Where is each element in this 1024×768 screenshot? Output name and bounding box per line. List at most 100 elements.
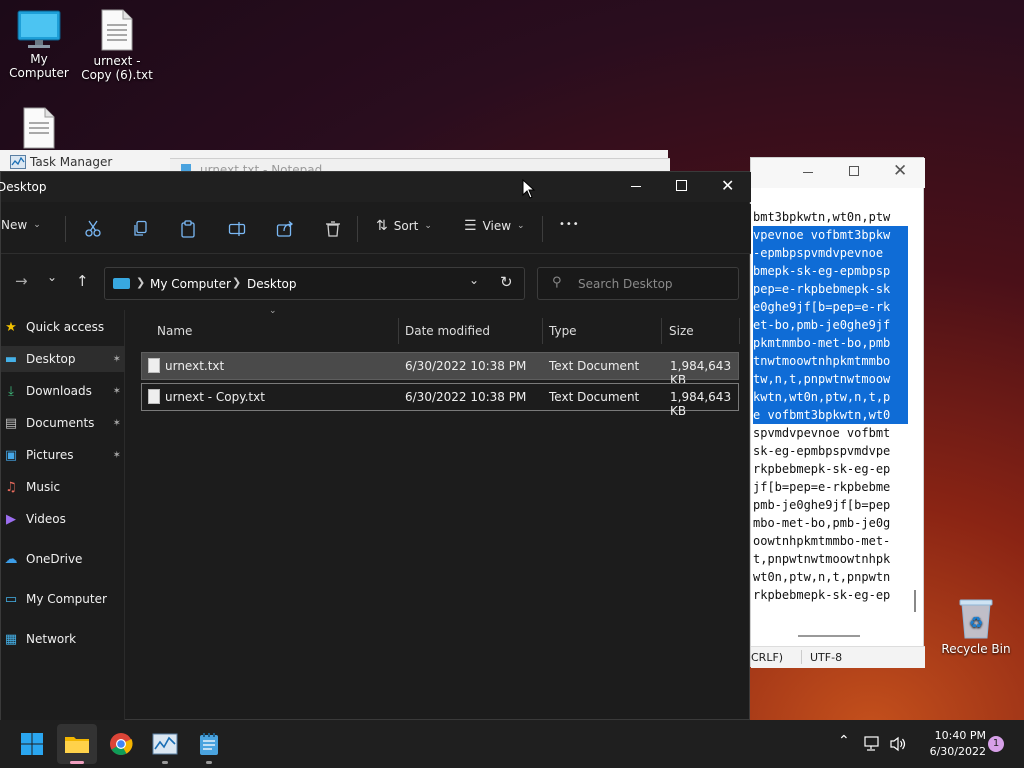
sidebar-item-quick-access[interactable]: ★ Quick access	[1, 314, 125, 340]
file-list: ⌄ Name Date modified Type Size urnext.tx…	[141, 306, 741, 720]
file-date: 6/30/2022 10:38 PM	[405, 390, 527, 404]
rename-icon[interactable]	[228, 220, 246, 238]
desktop-icon-my-computer[interactable]: My Computer	[0, 8, 78, 80]
mouse-cursor-icon	[522, 179, 536, 199]
sidebar-item-videos[interactable]: ▶ Videos	[1, 506, 125, 532]
sidebar-item-desktop[interactable]: ▬ Desktop ✶	[1, 346, 125, 372]
text-file-icon	[148, 358, 160, 373]
notepad-text-area[interactable]: bmt3bpkwtn,wt0n,ptw vpevnoe vofbmt3bpkw -e…	[753, 208, 908, 656]
desktop-icon-urnext-copy-6[interactable]: urnext - Copy (6).txt	[78, 8, 156, 82]
documents-icon: ▤	[4, 415, 18, 431]
column-header-type[interactable]: Type	[549, 316, 659, 346]
notepad-window[interactable]: ✕ bmt3bpkwtn,wt0n,ptw vpevnoe vofbmt3bpkw…	[750, 157, 925, 668]
delete-icon[interactable]	[324, 220, 342, 238]
notepad-text-line: et-bo,pmb-je0ghe9jf	[753, 316, 908, 334]
column-header-label: Size	[669, 324, 694, 338]
pin-icon: ✶	[112, 385, 121, 397]
chevron-down-icon[interactable]: ⌄	[469, 273, 479, 287]
notepad-text-line: bmt3bpkwtn,wt0n,ptw	[753, 210, 891, 224]
table-row[interactable]: urnext.txt 6/30/2022 10:38 PM Text Docum…	[141, 352, 739, 387]
sidebar-item-my-computer[interactable]: ▭ My Computer	[1, 586, 125, 612]
column-header-name[interactable]: Name	[157, 316, 397, 346]
sort-label: Sort	[393, 219, 419, 233]
notepad-background-titlebar[interactable]: urnext.txt - Notepad	[170, 158, 670, 172]
sidebar-item-label: Downloads	[26, 384, 92, 398]
address-bar[interactable]: ❯ My Computer ❯ Desktop ⌄ ↻	[104, 267, 525, 300]
notepad-text-line: pkmtmmbo-met-bo,pmb	[753, 334, 908, 352]
notification-badge[interactable]: 1	[988, 736, 1004, 752]
cut-icon[interactable]	[84, 220, 102, 238]
minimize-icon[interactable]	[631, 186, 641, 187]
sidebar-item-network[interactable]: ▦ Network	[1, 626, 125, 652]
close-icon[interactable]: ✕	[893, 161, 907, 181]
column-header-date[interactable]: Date modified	[405, 316, 545, 346]
desktop-icon-label: My Computer	[9, 52, 69, 80]
notepad-text-line: tnwtmoowtnhpkmtmmbo	[753, 352, 908, 370]
sort-button[interactable]: ⇅ Sort ⌄	[376, 218, 432, 234]
desktop-icon-label: Recycle Bin	[941, 642, 1011, 656]
share-icon[interactable]	[276, 220, 294, 238]
sidebar-item-pictures[interactable]: ▣ Pictures ✶	[1, 442, 125, 468]
maximize-icon[interactable]	[849, 166, 859, 176]
column-divider[interactable]	[398, 318, 399, 344]
pin-icon: ✶	[112, 417, 121, 429]
new-button[interactable]: New ⌄	[1, 218, 41, 232]
breadcrumb-root[interactable]: My Computer	[150, 277, 231, 291]
recent-locations-icon[interactable]: ⌄	[47, 270, 57, 284]
chevron-right-icon: ❯	[136, 276, 146, 289]
copy-icon[interactable]	[132, 220, 150, 238]
explorer-titlebar[interactable]: Desktop ✕	[0, 172, 751, 202]
column-divider[interactable]	[739, 318, 740, 344]
view-icon: ☰	[464, 218, 477, 234]
file-type: Text Document	[549, 390, 640, 404]
notepad-text-line: mbo-met-bo,pmb-je0g	[753, 516, 891, 530]
status-divider	[801, 650, 802, 664]
minimize-icon[interactable]	[803, 172, 813, 173]
line-ending-status: CRLF)	[751, 651, 784, 664]
notepad-horizontal-scrollbar[interactable]	[798, 635, 860, 637]
paste-icon[interactable]	[179, 220, 197, 238]
volume-icon[interactable]	[889, 736, 907, 752]
start-button[interactable]	[12, 724, 52, 764]
notepad-titlebar[interactable]: ✕	[751, 158, 925, 188]
sidebar-item-onedrive[interactable]: ☁ OneDrive	[1, 546, 125, 572]
column-divider[interactable]	[661, 318, 662, 344]
notepad-text-line: -epmbpspvmdvpevnoe	[753, 244, 908, 262]
up-icon[interactable]: ↑	[76, 272, 89, 290]
more-options-icon[interactable]: •••	[559, 219, 580, 230]
column-header-label: Date modified	[405, 324, 491, 338]
forward-icon[interactable]: →	[15, 272, 28, 290]
maximize-icon[interactable]	[676, 180, 687, 191]
show-hidden-icons-icon[interactable]: ⌃	[838, 733, 850, 749]
sort-indicator-icon: ⌄	[269, 306, 277, 316]
taskbar-task-manager[interactable]	[145, 724, 185, 764]
notepad-text-line: spvmdvpevnoe vofbmt	[753, 426, 891, 440]
taskbar-file-explorer[interactable]	[57, 724, 97, 764]
taskbar-notepad[interactable]	[189, 724, 229, 764]
close-icon[interactable]: ✕	[721, 176, 734, 195]
notepad-vertical-scrollbar[interactable]	[914, 590, 916, 612]
sidebar-item-documents[interactable]: ▤ Documents ✶	[1, 410, 125, 436]
breadcrumb-current[interactable]: Desktop	[247, 277, 297, 291]
text-file-icon	[148, 389, 160, 404]
column-header-size[interactable]: Size	[669, 316, 739, 346]
column-divider[interactable]	[542, 318, 543, 344]
search-box[interactable]: ⚲ Search Desktop	[537, 267, 739, 300]
file-size: 1,984,643 KB	[670, 390, 732, 418]
sidebar-item-label: Documents	[26, 416, 95, 430]
sidebar-item-downloads[interactable]: ⤓ Downloads ✶	[1, 378, 125, 404]
sidebar-item-music[interactable]: ♫ Music	[1, 474, 125, 500]
view-button[interactable]: ☰ View ⌄	[464, 218, 525, 234]
desktop-icon-recycle-bin[interactable]: ♻ Recycle Bin	[936, 596, 1016, 656]
notepad-text-line: vpevnoe vofbmt3bpkw	[753, 226, 908, 244]
desktop-icon-text-file[interactable]	[0, 106, 78, 150]
network-status-icon[interactable]	[864, 736, 882, 752]
file-explorer-window[interactable]: Desktop ✕ New ⌄ ⇅ Sort ⌄ ☰ View ⌄ ••• → …	[0, 171, 751, 720]
refresh-icon[interactable]: ↻	[500, 273, 513, 291]
sidebar-item-label: Music	[26, 480, 61, 494]
table-row[interactable]: urnext - Copy.txt 6/30/2022 10:38 PM Tex…	[141, 383, 739, 418]
view-label: View	[482, 219, 512, 233]
taskbar-chrome[interactable]	[101, 724, 141, 764]
column-header-label: Name	[157, 324, 193, 338]
clock[interactable]: 10:40 PM 6/30/2022	[916, 728, 986, 760]
